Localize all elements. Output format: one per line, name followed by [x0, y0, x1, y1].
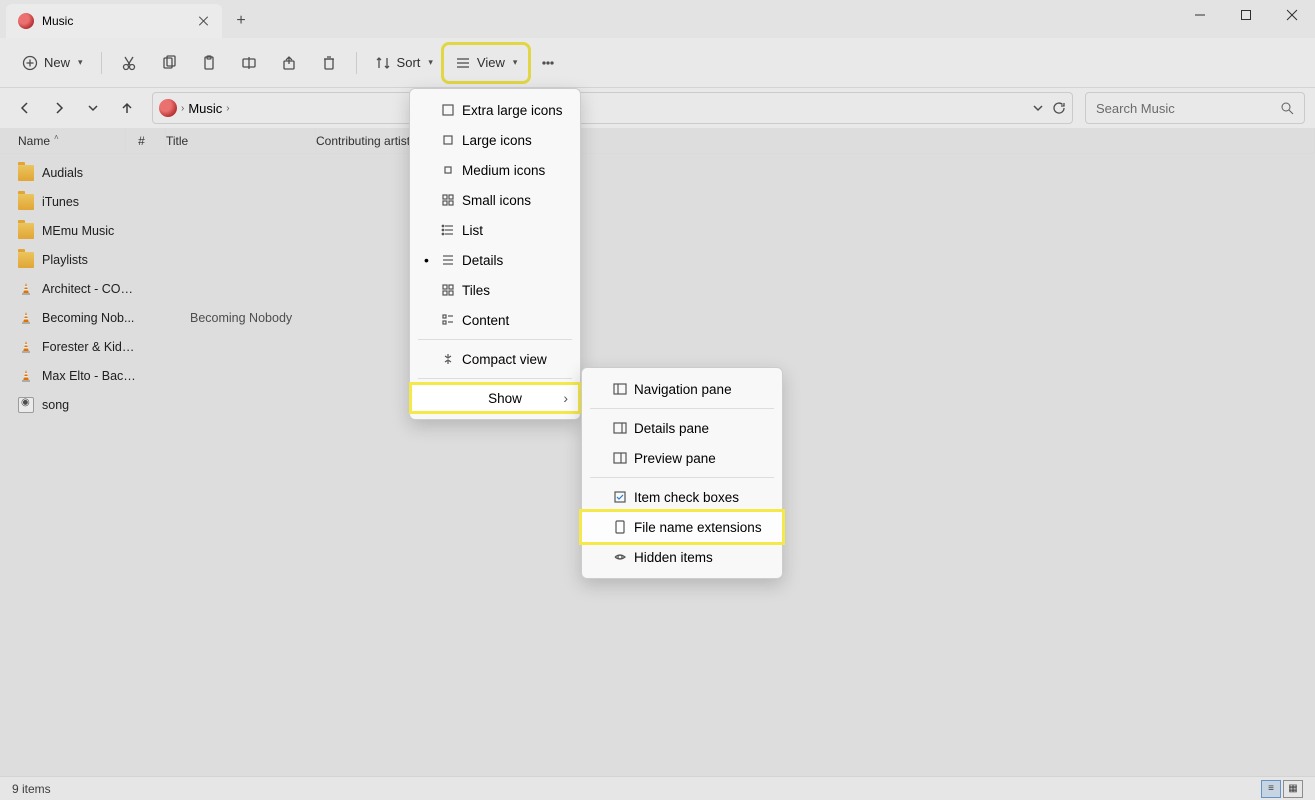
delete-button[interactable] [310, 46, 348, 80]
breadcrumb[interactable]: › Music › [152, 92, 1073, 124]
file-name: Playlists [42, 253, 136, 267]
minimize-button[interactable] [1177, 0, 1223, 30]
folder-icon [18, 165, 34, 181]
forward-button[interactable] [44, 93, 74, 123]
breadcrumb-location[interactable]: Music [188, 101, 222, 116]
vlc-icon [18, 310, 34, 326]
chevron-down-icon[interactable] [1032, 102, 1044, 114]
music-folder-icon [18, 13, 34, 29]
menu-item-check-boxes[interactable]: Item check boxes [582, 482, 782, 512]
cut-button[interactable] [110, 46, 148, 80]
view-menu: Extra large icons Large icons Medium ico… [409, 88, 581, 420]
share-button[interactable] [270, 46, 308, 80]
view-button[interactable]: View▾ [445, 46, 527, 80]
file-row[interactable]: iTunes [0, 187, 1315, 216]
folder-icon [18, 252, 34, 268]
music-icon [159, 99, 177, 117]
search-icon [1280, 101, 1294, 115]
tab-music[interactable]: Music [6, 4, 222, 38]
up-button[interactable] [112, 93, 142, 123]
show-submenu: Navigation pane Details pane Preview pan… [581, 367, 783, 579]
menu-separator [418, 339, 572, 340]
file-row[interactable]: Becoming Nob... Becoming Nobody [0, 303, 1315, 332]
menu-compact-view[interactable]: Compact view [410, 344, 580, 374]
file-name: Max Elto - Back... [42, 369, 136, 383]
details-view-toggle[interactable]: ≡ [1261, 780, 1281, 798]
tab-title: Music [42, 14, 73, 28]
back-button[interactable] [10, 93, 40, 123]
refresh-icon[interactable] [1052, 101, 1066, 115]
file-name: Audials [42, 166, 136, 180]
vlc-icon [18, 368, 34, 384]
vlc-icon [18, 281, 34, 297]
menu-separator [418, 378, 572, 379]
menu-separator [590, 477, 774, 478]
file-row[interactable]: Playlists [0, 245, 1315, 274]
divider [356, 52, 357, 74]
column-name[interactable]: Name˄ [18, 128, 126, 153]
chevron-right-icon: › [226, 103, 229, 114]
file-name: iTunes [42, 195, 136, 209]
menu-details-pane[interactable]: Details pane [582, 413, 782, 443]
paste-button[interactable] [190, 46, 228, 80]
file-name: Forester & Kidn... [42, 340, 136, 354]
status-count: 9 items [12, 782, 51, 796]
vlc-icon [18, 339, 34, 355]
file-icon [18, 397, 34, 413]
file-name: song [42, 398, 136, 412]
menu-file-name-extensions[interactable]: File name extensions [582, 512, 782, 542]
file-row[interactable]: MEmu Music [0, 216, 1315, 245]
menu-show[interactable]: Show [410, 383, 580, 413]
file-name: Architect - COL... [42, 282, 136, 296]
recent-button[interactable] [78, 93, 108, 123]
file-name: Becoming Nob... [42, 311, 136, 325]
rename-button[interactable] [230, 46, 268, 80]
menu-small-icons[interactable]: Small icons [410, 185, 580, 215]
copy-button[interactable] [150, 46, 188, 80]
maximize-button[interactable] [1223, 0, 1269, 30]
folder-icon [18, 223, 34, 239]
menu-list[interactable]: List [410, 215, 580, 245]
search-input[interactable] [1085, 92, 1305, 124]
file-title: Becoming Nobody [190, 311, 340, 325]
column-title[interactable]: Title [166, 128, 316, 153]
menu-extra-large-icons[interactable]: Extra large icons [410, 95, 580, 125]
column-number[interactable]: # [126, 128, 166, 153]
file-row[interactable]: Architect - COL... [0, 274, 1315, 303]
new-tab-button[interactable]: + [222, 4, 260, 38]
menu-tiles[interactable]: Tiles [410, 275, 580, 305]
menu-preview-pane[interactable]: Preview pane [582, 443, 782, 473]
new-button[interactable]: New▾ [12, 46, 93, 80]
close-tab-icon[interactable] [198, 15, 210, 27]
menu-separator [590, 408, 774, 409]
menu-large-icons[interactable]: Large icons [410, 125, 580, 155]
menu-content[interactable]: Content [410, 305, 580, 335]
menu-hidden-items[interactable]: Hidden items [582, 542, 782, 572]
menu-navigation-pane[interactable]: Navigation pane [582, 374, 782, 404]
file-name: MEmu Music [42, 224, 136, 238]
file-row[interactable]: Audials [0, 158, 1315, 187]
menu-medium-icons[interactable]: Medium icons [410, 155, 580, 185]
more-button[interactable] [529, 46, 567, 80]
chevron-right-icon: › [181, 103, 184, 114]
close-button[interactable] [1269, 0, 1315, 30]
divider [101, 52, 102, 74]
thumbnails-view-toggle[interactable]: ▦ [1283, 780, 1303, 798]
folder-icon [18, 194, 34, 210]
menu-details[interactable]: Details [410, 245, 580, 275]
file-row[interactable]: Forester & Kidn... [0, 332, 1315, 361]
sort-button[interactable]: Sort▾ [365, 46, 443, 80]
